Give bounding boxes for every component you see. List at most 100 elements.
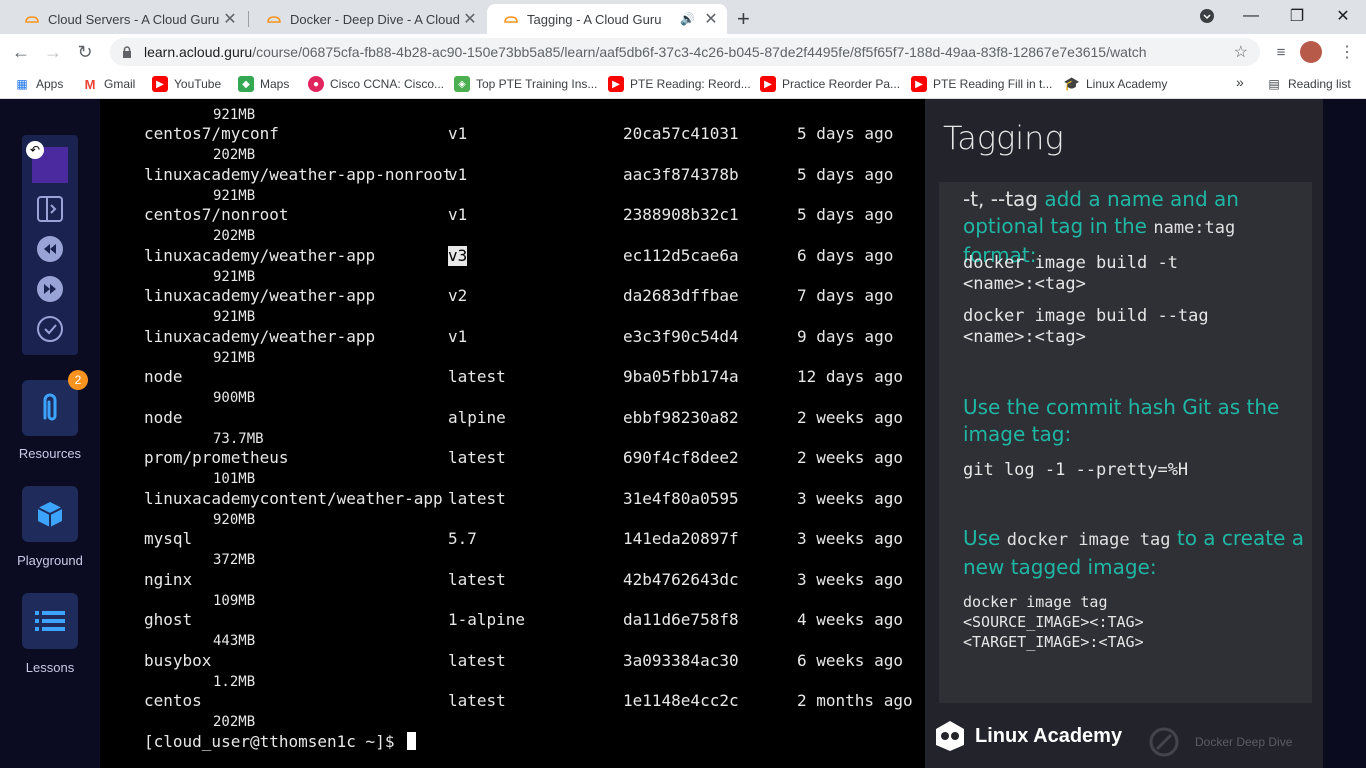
resources-button[interactable] xyxy=(22,380,78,436)
complete-check-icon[interactable] xyxy=(36,315,64,343)
image-created: 3 weeks ago xyxy=(797,488,903,508)
forward-icon[interactable]: → xyxy=(38,37,68,67)
profile-avatar[interactable] xyxy=(1300,41,1322,63)
image-id: 9ba05fbb174a xyxy=(623,367,739,386)
code-image-tag: docker image tag <SOURCE_IMAGE><:TAG> <T… xyxy=(963,593,1144,651)
playground-label: Playground xyxy=(17,553,83,568)
bookmark-apps[interactable]: ▦ Apps xyxy=(14,76,63,92)
bookmark-pte-reading-reorder[interactable]: ▶ PTE Reading: Reord... xyxy=(608,76,751,92)
bookmark-label: PTE Reading Fill in t... xyxy=(933,77,1053,91)
course-watermark: Docker Deep Dive xyxy=(1149,727,1292,757)
reading-list-button[interactable]: ▤ Reading list xyxy=(1266,76,1351,92)
image-repository: linuxacademy/weather-app-nonroot xyxy=(144,164,453,184)
bookmark-label: Top PTE Training Ins... xyxy=(476,77,598,91)
speaker-icon[interactable]: 🔊 xyxy=(680,12,695,26)
image-id: 31e4f80a0595 xyxy=(623,488,739,508)
tab-docker-deep-dive[interactable]: Docker - Deep Dive - A Cloud Gu ✕ xyxy=(250,4,486,34)
close-icon[interactable]: ✕ xyxy=(460,9,480,29)
bookmark-maps[interactable]: ◆ Maps xyxy=(238,76,289,92)
back-icon[interactable]: ← xyxy=(6,37,36,67)
bookmark-pte-fill[interactable]: ▶ PTE Reading Fill in t... xyxy=(911,76,1052,92)
commit-hash-text: Use the commit hash Git as the image tag… xyxy=(963,395,1280,446)
image-id: 3a093384ac30 xyxy=(623,650,739,670)
sidebar-toggle-icon[interactable] xyxy=(36,195,64,223)
address-bar[interactable]: learn.acloud.guru/course/06875cfa-fb88-4… xyxy=(110,38,1260,66)
rewind-icon[interactable] xyxy=(36,235,64,263)
image-row: linuxacademy/weather-app v1 e3c3f90c54d4 9 … xyxy=(144,327,924,347)
image-size: 73.7MB xyxy=(213,430,264,447)
restore-icon[interactable]: ❐ xyxy=(1274,0,1320,32)
image-row: centos7/myconf v1 20ca57c41031 5 days ago xyxy=(144,124,924,144)
image-tag: alpine xyxy=(448,407,506,427)
paperclip-icon xyxy=(43,393,57,421)
acloudguru-icon xyxy=(503,11,519,27)
lessons-button[interactable] xyxy=(22,593,78,649)
bookmark-label: Practice Reorder Pa... xyxy=(782,77,901,91)
tag-option-flag: -t, --tag xyxy=(963,187,1038,211)
image-id: ec112d5cae6a xyxy=(623,245,739,265)
image-size: 921MB xyxy=(213,309,256,325)
image-repository: centos7/myconf xyxy=(144,124,279,143)
tab-cloud-servers[interactable]: Cloud Servers - A Cloud Guru ✕ xyxy=(8,4,246,34)
image-id: da2683dffbae xyxy=(623,286,739,305)
back-arrow-icon[interactable]: ↶ xyxy=(26,141,44,159)
tab-search-icon[interactable] xyxy=(1184,0,1230,32)
image-id: 2388908b32c1 xyxy=(623,205,739,224)
image-tag: v3 xyxy=(448,245,468,266)
image-row: busybox latest 3a093384ac30 6 weeks ago xyxy=(144,651,924,671)
image-tag: latest xyxy=(448,691,506,710)
fast-forward-icon[interactable] xyxy=(36,275,64,303)
image-row: node alpine ebbf98230a82 2 weeks ago xyxy=(144,408,924,428)
bookmark-cisco[interactable]: ● Cisco CCNA: Cisco... xyxy=(308,76,444,92)
image-repository: linuxacademy/weather-app xyxy=(144,245,376,265)
image-tag: v1 xyxy=(448,205,468,224)
menu-kebab-icon[interactable]: ⋮ xyxy=(1332,37,1362,67)
image-repository: linuxacademy/weather-app xyxy=(144,286,376,305)
course-badge-icon xyxy=(1149,727,1179,757)
bookmark-practice-reorder[interactable]: ▶ Practice Reorder Pa... xyxy=(760,76,900,92)
reading-list-label: Reading list xyxy=(1288,77,1351,91)
reload-icon[interactable]: ↻ xyxy=(70,37,100,67)
close-window-icon[interactable]: ✕ xyxy=(1320,0,1366,32)
tab-tagging[interactable]: Tagging - A Cloud Guru 🔊 ✕ xyxy=(487,4,727,34)
image-id: 42b4762643dc xyxy=(623,569,739,589)
terminal-video[interactable]: 921MB centos7/myconf v1 20ca57c41031 5 days… xyxy=(100,99,925,768)
playground-button[interactable] xyxy=(22,486,78,542)
list-icon xyxy=(35,611,65,631)
image-id: 690f4cf8dee2 xyxy=(623,448,739,467)
image-tag: latest xyxy=(448,448,506,467)
image-id: 20ca57c41031 xyxy=(623,124,739,143)
close-icon[interactable]: ✕ xyxy=(701,9,721,29)
bookmark-gmail[interactable]: M Gmail xyxy=(82,76,136,92)
course-sidebar: ↶ 2 Resources Playground Lessons xyxy=(0,99,100,768)
lock-icon[interactable] xyxy=(122,46,136,58)
close-icon[interactable]: ✕ xyxy=(220,9,240,29)
image-created: 7 days ago xyxy=(797,286,894,305)
youtube-icon: ▶ xyxy=(911,76,927,92)
image-repository: centos xyxy=(144,691,202,710)
bookmarks-overflow[interactable]: » xyxy=(1236,74,1244,90)
cube-icon xyxy=(37,502,63,527)
tab-title: Tagging - A Cloud Guru xyxy=(527,11,662,27)
media-control-icon[interactable]: ≡ xyxy=(1266,37,1296,67)
image-size: 443MB xyxy=(213,633,256,649)
image-repository: node xyxy=(144,407,183,427)
linux-academy-logo: Linux Academy xyxy=(933,719,1122,753)
course-name: Docker Deep Dive xyxy=(1195,735,1293,749)
image-repository: nginx xyxy=(144,569,193,589)
image-repository: centos7/nonroot xyxy=(144,205,289,224)
youtube-icon: ▶ xyxy=(608,76,624,92)
lesson-slide: Tagging -t, --tag add a name and an opti… xyxy=(925,99,1323,768)
image-id: ebbf98230a82 xyxy=(623,407,739,427)
bookmark-youtube[interactable]: ▶ YouTube xyxy=(152,76,221,92)
minimize-icon[interactable]: — xyxy=(1228,0,1274,32)
image-id: aac3f874378b xyxy=(623,164,739,184)
image-created: 4 weeks ago xyxy=(797,610,903,629)
code-build-tag: docker image build --tag <name>:<tag> xyxy=(963,306,1209,347)
new-tab-button[interactable]: + xyxy=(737,6,750,32)
bookmark-star-icon[interactable]: ☆ xyxy=(1234,42,1248,62)
bookmark-linux-academy[interactable]: 🎓 Linux Academy xyxy=(1064,76,1167,92)
owl-icon xyxy=(936,721,964,751)
grad-cap-icon: 🎓 xyxy=(1063,76,1081,91)
bookmark-pte-training[interactable]: ◈ Top PTE Training Ins... xyxy=(454,76,597,92)
